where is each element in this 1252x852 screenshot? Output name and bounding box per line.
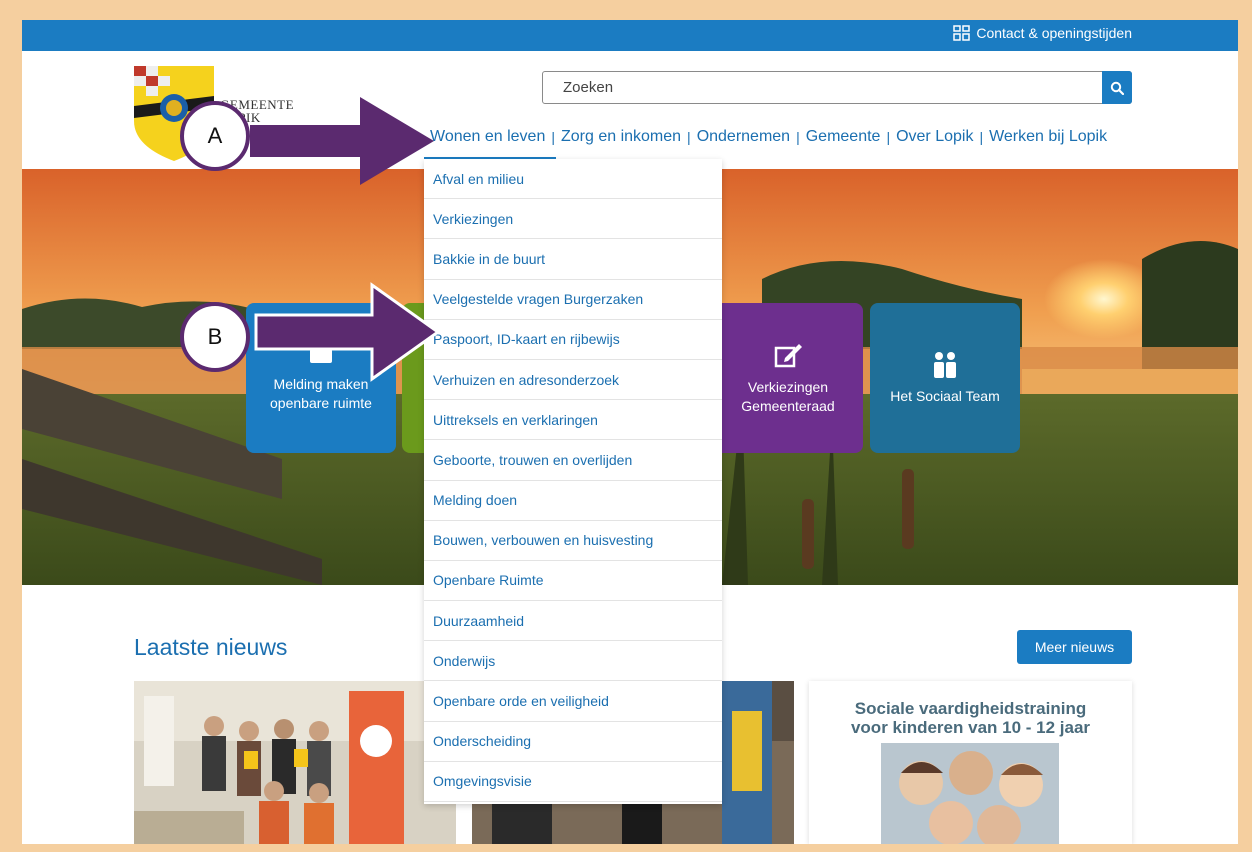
nav-item-ondernemen[interactable]: Ondernemen	[697, 128, 790, 146]
news-card-title: Sociale vaardigheidstraining voor kinder…	[809, 699, 1132, 737]
nav-item-over-lopik[interactable]: Over Lopik	[896, 128, 973, 146]
dropdown-item-geboorte[interactable]: Geboorte, trouwen en overlijden	[424, 440, 722, 481]
nav-separator: |	[886, 129, 891, 145]
dropdown-item-openbare-ruimte[interactable]: Openbare Ruimte	[424, 561, 722, 602]
tile-label-line2: openbare ruimte	[270, 395, 372, 411]
dropdown-item-onderwijs[interactable]: Onderwijs	[424, 641, 722, 682]
contact-label: Contact & openingstijden	[976, 25, 1132, 41]
nav-item-werken-bij-lopik[interactable]: Werken bij Lopik	[989, 128, 1107, 146]
dropdown-item-paspoort[interactable]: Paspoort, ID-kaart en rijbewijs	[424, 320, 722, 360]
news-card-sociale-vaardigheid[interactable]: Sociale vaardigheidstraining voor kinder…	[809, 681, 1132, 844]
dropdown-item-uittreksels[interactable]: Uittreksels en verklaringen	[424, 400, 722, 441]
dropdown-item-openbare-orde[interactable]: Openbare orde en veiligheid	[424, 681, 722, 722]
dropdown-item-verhuizen[interactable]: Verhuizen en adresonderzoek	[424, 360, 722, 401]
top-bar: Contact & openingstijden	[22, 20, 1238, 51]
search-input[interactable]	[543, 72, 1103, 103]
dropdown-item-duurzaamheid[interactable]: Duurzaamheid	[424, 601, 722, 642]
nav-item-wonen-en-leven[interactable]: Wonen en leven	[430, 128, 545, 146]
dropdown-item-veelgestelde-vragen[interactable]: Veelgestelde vragen Burgerzaken	[424, 280, 722, 320]
tile-sociaal-team[interactable]: Het Sociaal Team	[870, 303, 1020, 453]
browser-viewport: Contact & openingstijden GEMEENTE LOPIK	[22, 20, 1238, 844]
contact-link[interactable]: Contact & openingstijden	[953, 25, 1132, 41]
annotation-marker-b: B	[180, 302, 250, 372]
dropdown-item-verkiezingen[interactable]: Verkiezingen	[424, 199, 722, 240]
annotation-arrow-a	[250, 97, 434, 185]
dropdown-item-afval-en-milieu[interactable]: Afval en milieu	[424, 159, 722, 200]
search-icon	[1110, 81, 1124, 95]
nav-dropdown-wonen-en-leven: Afval en milieu Verkiezingen Bakkie in d…	[424, 159, 722, 804]
tile-label: Het Sociaal Team	[890, 387, 1000, 404]
dropdown-item-bouwen[interactable]: Bouwen, verbouwen en huisvesting	[424, 521, 722, 561]
annotation-arrow-b	[254, 282, 441, 382]
dropdown-item-melding-doen[interactable]: Melding doen	[424, 481, 722, 521]
main-navigation: Wonen en leven | Zorg en inkomen | Onder…	[430, 128, 1107, 146]
search-button[interactable]	[1102, 71, 1132, 104]
tile-verkiezingen-gemeenteraad[interactable]: Verkiezingen Gemeenteraad	[713, 303, 863, 453]
nav-item-gemeente[interactable]: Gemeente	[806, 128, 881, 146]
news-card-title-line1: Sociale vaardigheidstraining	[854, 699, 1087, 718]
contact-icon	[953, 25, 971, 41]
dropdown-item-onderscheiding[interactable]: Onderscheiding	[424, 722, 722, 762]
nav-separator: |	[551, 129, 555, 145]
more-news-button[interactable]: Meer nieuws	[1017, 630, 1132, 664]
tile-label-line2: Gemeenteraad	[741, 398, 835, 414]
news-card-title-line2: voor kinderen van 10 - 12 jaar	[850, 718, 1091, 737]
search-box	[542, 71, 1132, 104]
nav-separator: |	[796, 129, 800, 145]
tile-label-line1: Verkiezingen	[747, 379, 829, 395]
nav-separator: |	[979, 129, 984, 145]
dropdown-item-omgevingsvisie[interactable]: Omgevingsvisie	[424, 762, 722, 802]
news-image-1[interactable]	[134, 681, 456, 844]
pencil-icon	[774, 344, 802, 368]
nav-separator: |	[687, 129, 691, 145]
annotation-marker-a: A	[180, 101, 250, 171]
dropdown-item-bakkie-in-de-buurt[interactable]: Bakkie in de buurt	[424, 239, 722, 280]
people-icon	[934, 351, 956, 378]
nav-item-zorg-en-inkomen[interactable]: Zorg en inkomen	[561, 128, 681, 146]
news-card-image	[881, 743, 1059, 844]
news-heading: Laatste nieuws	[134, 634, 288, 660]
